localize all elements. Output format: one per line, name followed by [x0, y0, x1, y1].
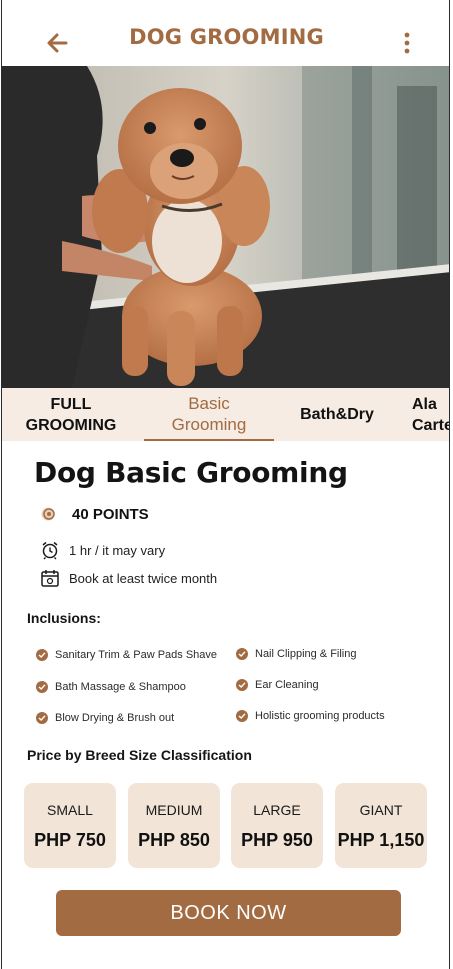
- price-size-label: MEDIUM: [145, 802, 203, 818]
- inclusion-item: Bath Massage & Shampoo: [36, 681, 186, 693]
- price-size-label: LARGE: [253, 802, 301, 818]
- hero-image: [2, 66, 449, 388]
- check-icon: [36, 712, 48, 724]
- price-card-medium[interactable]: MEDIUM PHP 850: [128, 783, 220, 868]
- tab-ala-carte[interactable]: Ala Carte: [404, 388, 450, 441]
- frequency-row: Book at least twice month: [40, 568, 217, 588]
- frequency-text: Book at least twice month: [69, 570, 218, 586]
- price-card-giant[interactable]: GIANT PHP 1,150: [335, 783, 427, 868]
- price-card-small[interactable]: SMALL PHP 750: [24, 783, 116, 868]
- price-value: PHP 850: [138, 830, 210, 850]
- tab-label: Bath&Dry: [300, 406, 374, 423]
- tab-full-grooming[interactable]: FULL GROOMING: [16, 388, 126, 441]
- inclusion-label: Bath Massage & Shampoo: [55, 681, 186, 693]
- price-value: PHP 1,150: [337, 830, 425, 850]
- inclusion-item: Blow Drying & Brush out: [36, 712, 174, 724]
- tab-label: GROOMING: [25, 416, 117, 434]
- check-icon: [236, 648, 248, 660]
- tab-basic-grooming[interactable]: Basic Grooming: [144, 388, 274, 441]
- price-size-label: GIANT: [359, 802, 403, 818]
- points-value: 40 POINTS: [72, 505, 149, 523]
- inclusion-label: Nail Clipping & Filing: [255, 648, 357, 660]
- price-value: PHP 950: [241, 830, 313, 850]
- price-value: PHP 750: [34, 830, 106, 850]
- inclusion-item: Holistic grooming products: [236, 710, 385, 722]
- inclusion-item: Ear Cleaning: [236, 679, 319, 691]
- points-coin-icon: [41, 507, 55, 521]
- inclusion-label: Blow Drying & Brush out: [55, 712, 175, 724]
- book-now-button[interactable]: BOOK NOW: [56, 890, 401, 936]
- app-screen: DOG GROOMING FULL GROOMING Basic Groomin…: [1, 0, 450, 969]
- app-header: DOG GROOMING: [2, 0, 449, 66]
- alarm-clock-icon: [42, 541, 58, 560]
- calendar-icon: [41, 570, 59, 587]
- check-icon: [236, 710, 248, 722]
- points-row: 40 POINTS: [40, 505, 149, 523]
- tab-label: Carte: [412, 416, 450, 434]
- page-title: DOG GROOMING: [129, 25, 324, 49]
- inclusions-heading: Inclusions:: [27, 610, 101, 626]
- check-icon: [36, 681, 48, 693]
- service-title: Dog Basic Grooming: [34, 456, 348, 489]
- tab-label: Basic: [188, 393, 230, 413]
- inclusion-item: Nail Clipping & Filing: [236, 648, 357, 660]
- tab-bath-dry[interactable]: Bath&Dry: [287, 388, 387, 441]
- check-icon: [36, 649, 48, 661]
- inclusion-label: Sanitary Trim & Paw Pads Shave: [55, 649, 218, 661]
- pricing-heading: Price by Breed Size Classification: [27, 747, 252, 763]
- tab-label: Ala: [412, 395, 437, 413]
- tab-label: Grooming: [171, 414, 247, 434]
- more-options-button[interactable]: [398, 30, 416, 56]
- inclusion-label: Ear Cleaning: [255, 679, 319, 691]
- inclusion-label: Holistic grooming products: [255, 710, 385, 722]
- tab-label: FULL: [50, 395, 92, 413]
- more-vertical-icon: [404, 32, 410, 54]
- check-icon: [236, 679, 248, 691]
- duration-row: 1 hr / it may vary: [40, 540, 165, 560]
- duration-text: 1 hr / it may vary: [69, 542, 166, 558]
- price-card-large[interactable]: LARGE PHP 950: [231, 783, 323, 868]
- inclusion-item: Sanitary Trim & Paw Pads Shave: [36, 649, 217, 661]
- category-tabs: FULL GROOMING Basic Grooming Bath&Dry Ala C…: [2, 388, 450, 441]
- price-size-label: SMALL: [47, 802, 93, 818]
